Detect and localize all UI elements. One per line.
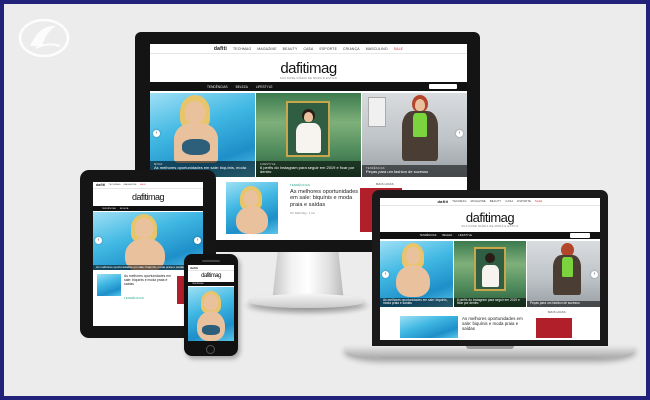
ad-banner[interactable] <box>536 318 572 338</box>
hero-card[interactable]: TENDÊNCIAS Peças para um fashion de suce… <box>362 93 467 177</box>
category-bar: TENDÊNCIAS BELEZA <box>93 206 203 211</box>
featured-tag: TENDÊNCIAS <box>290 183 311 187</box>
home-button[interactable] <box>206 345 215 354</box>
hero-caption: 6 perfis do Instagram para seguir em 201… <box>454 297 526 307</box>
chevron-right-icon[interactable]: › <box>456 130 463 137</box>
top-nav-item[interactable]: CASA <box>505 200 513 203</box>
hero-card[interactable]: Peças para um fashion de sucesso <box>527 241 600 307</box>
laptop-notch <box>466 346 514 349</box>
top-nav-item[interactable]: CRIANÇA <box>343 47 360 51</box>
masthead[interactable]: dafitimag SUA DOSE DIÁRIA DE MODA E ESTI… <box>150 60 467 80</box>
top-nav: dafiti TECHMAG MAGAZINE SALE <box>93 182 203 189</box>
featured-thumbnail[interactable] <box>226 182 278 234</box>
hero-caption: Peças para um fashion de sucesso <box>527 301 600 307</box>
top-nav-item[interactable]: ESPORTE <box>319 47 337 51</box>
category-link[interactable]: LIFESTYLE <box>256 85 273 89</box>
top-nav-item[interactable]: BEAUTY <box>283 47 298 51</box>
top-nav-item[interactable]: TECHMAG <box>233 47 251 51</box>
brand-link[interactable]: dafiti <box>438 199 449 204</box>
top-nav: dafiti TECHMAG MAGAZINE BEAUTY CASA ESPO… <box>150 44 467 54</box>
category-link[interactable]: TENDÊNCIAS <box>102 208 116 210</box>
top-nav-item[interactable]: ESPORTE <box>517 200 531 203</box>
hero-caption: LIFESTYLE 6 perfis do Instagram para seg… <box>256 160 361 177</box>
category-bar: TENDÊNCIAS <box>188 282 234 286</box>
category-link[interactable]: BELEZA <box>236 85 248 89</box>
chevron-right-icon[interactable]: › <box>194 237 201 244</box>
hero-card[interactable]: LIFESTYLE 6 perfis do Instagram para seg… <box>256 93 361 177</box>
phone-screen: dafiti dafitimag TENDÊNCIAS <box>188 265 234 341</box>
category-bar: TENDÊNCIAS BELEZA LIFESTYLE <box>150 82 467 91</box>
phone-speaker <box>202 260 220 262</box>
category-link[interactable]: BELEZA <box>120 208 128 210</box>
content-area: As melhores oportunidades em sale: biquí… <box>380 308 600 340</box>
top-nav-item[interactable]: MAGAZINE <box>471 200 486 203</box>
top-nav: dafiti <box>188 265 234 271</box>
brand-link[interactable]: dafiti <box>190 266 198 270</box>
featured-meta: Por Dafiti Mag · 2 min <box>290 212 316 215</box>
chevron-left-icon[interactable]: ‹ <box>382 271 389 278</box>
category-bar: TENDÊNCIAS BELEZA LIFESTYLE <box>380 232 600 239</box>
top-nav-item[interactable]: CASA <box>303 47 313 51</box>
featured-thumbnail[interactable] <box>97 274 121 296</box>
featured-tag: TENDÊNCIAS <box>124 296 145 300</box>
hero-card[interactable] <box>188 287 234 341</box>
featured-thumbnail[interactable] <box>400 316 458 338</box>
monitor-base <box>248 294 366 308</box>
masthead[interactable]: dafitimag <box>93 192 203 202</box>
tagline: SUA DOSE DIÁRIA DE MODA E ESTILO <box>279 77 338 80</box>
mag-logo: dafitimag <box>201 273 221 279</box>
category-link[interactable]: TENDÊNCIAS <box>420 234 437 237</box>
hero-caption: As melhores oportunidades em sale: biquí… <box>380 297 453 307</box>
masthead[interactable]: dafitimag <box>188 273 234 279</box>
featured-title[interactable]: As melhores oportunidades em sale: biquí… <box>290 189 365 208</box>
search-input[interactable] <box>429 83 457 90</box>
hero-caption: TENDÊNCIAS Peças para um fashion de suce… <box>362 165 467 177</box>
mag-logo: dafitimag <box>131 192 165 202</box>
showcase-frame: dafiti TECHMAG MAGAZINE BEAUTY CASA ESPO… <box>0 0 650 400</box>
featured-title[interactable]: As melhores oportunidades em sale: biquí… <box>124 274 174 286</box>
top-nav-item[interactable]: MASCULINO <box>366 47 388 51</box>
top-nav-item[interactable]: MAGAZINE <box>124 184 137 186</box>
featured-title[interactable]: As melhores oportunidades em sale: biquí… <box>462 316 532 332</box>
masthead[interactable]: dafitimag SUA DOSE DIÁRIA DE MODA E ESTI… <box>380 210 600 228</box>
watermark-logo-icon <box>18 18 70 58</box>
chevron-left-icon[interactable]: ‹ <box>95 237 102 244</box>
hero-title: Peças para um fashion de sucesso <box>530 301 580 306</box>
mag-logo: dafitimag <box>280 60 337 77</box>
hero-card[interactable]: MODA As melhores oportunidades em sale: … <box>150 93 255 177</box>
category-link[interactable]: LIFESTYLE <box>458 234 472 237</box>
category-link[interactable]: TENDÊNCIAS <box>207 85 228 89</box>
chevron-left-icon[interactable]: ‹ <box>153 130 160 137</box>
category-link[interactable]: TENDÊNCIAS <box>192 283 204 285</box>
hero-title: 6 perfis do Instagram para seguir em 201… <box>457 297 520 306</box>
top-nav-sale[interactable]: SALE <box>535 200 542 203</box>
search-input[interactable] <box>570 233 590 238</box>
top-nav-item[interactable]: BEAUTY <box>490 200 502 203</box>
mag-logo: dafitimag <box>465 210 515 225</box>
top-nav-item[interactable]: MAGAZINE <box>257 47 276 51</box>
brand-link[interactable]: dafiti <box>214 46 227 52</box>
top-nav-sale[interactable]: SALE <box>394 47 403 51</box>
top-nav-sale[interactable]: SALE <box>140 184 146 186</box>
hero-title: As melhores oportunidades em sale: biquí… <box>383 297 448 306</box>
hero-title: 6 perfis do Instagram para seguir em 201… <box>260 164 355 175</box>
brand-link[interactable]: dafiti <box>96 183 105 187</box>
hero-card[interactable]: 6 perfis do Instagram para seguir em 201… <box>454 241 526 307</box>
top-nav: dafiti TECHMAG MAGAZINE BEAUTY CASA ESPO… <box>380 198 600 206</box>
hero-card[interactable]: As melhores oportunidades em sale: biquí… <box>380 241 453 307</box>
sidebar-label: MAIS LIDAS <box>376 182 394 186</box>
category-link[interactable]: BELEZA <box>442 234 452 237</box>
chevron-right-icon[interactable]: › <box>591 271 598 278</box>
sidebar-label: MAIS LIDAS <box>548 310 566 314</box>
monitor-stand <box>272 250 344 296</box>
top-nav-item[interactable]: TECHMAG <box>108 184 120 186</box>
tagline: SUA DOSE DIÁRIA DE MODA E ESTILO <box>461 225 519 228</box>
hero-title: Peças para um fashion de sucesso <box>366 169 429 175</box>
top-nav-item[interactable]: TECHMAG <box>452 200 466 203</box>
laptop-screen: dafiti TECHMAG MAGAZINE BEAUTY CASA ESPO… <box>380 198 600 340</box>
